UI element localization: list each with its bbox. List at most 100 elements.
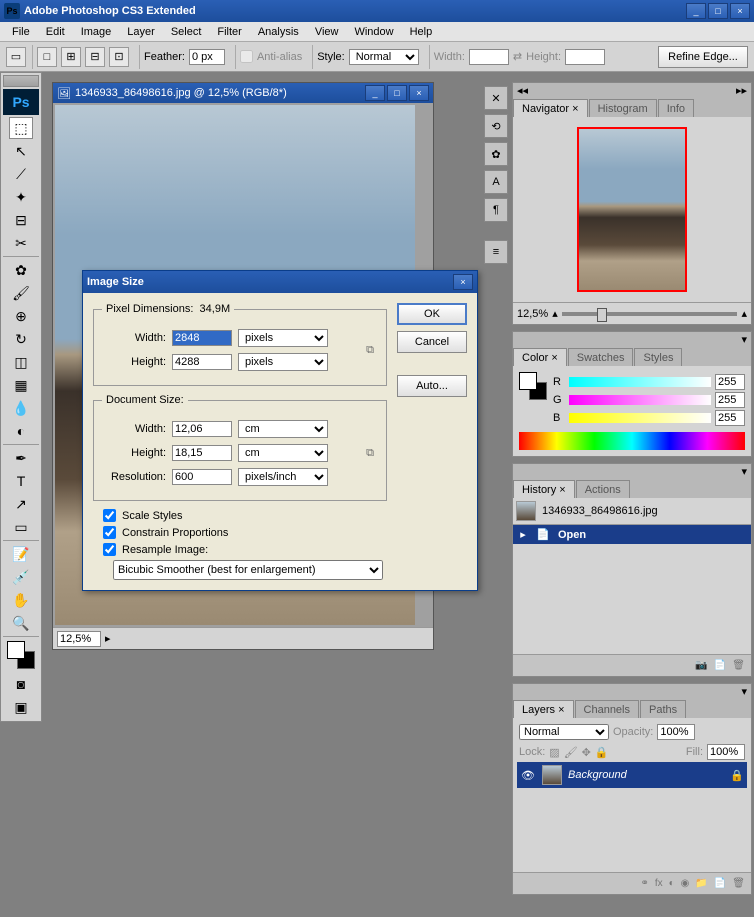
tab-info[interactable]: Info [658,99,694,117]
history-step-open[interactable]: ▸ 📄 Open [513,525,751,544]
history-snapshot[interactable]: 1346933_86498616.jpg [513,498,751,524]
fg-color[interactable] [7,641,25,659]
notes-tool[interactable]: 📝 [9,543,33,565]
resample-method-select[interactable]: Bicubic Smoother (best for enlargement) [113,560,383,580]
crop-tool[interactable]: ⊟ [9,209,33,231]
panel-menu-icon[interactable]: ▾ [741,465,747,478]
tab-color[interactable]: Color × [513,348,567,366]
minimize-button[interactable]: _ [686,3,706,19]
stamp-tool[interactable]: ⊕ [9,305,33,327]
marquee-tool[interactable]: ⬚ [9,117,33,139]
delete-icon[interactable]: 🗑 [732,660,745,671]
color-ramp[interactable] [519,432,745,450]
blend-mode-select[interactable]: Normal [519,724,609,740]
brush-tool[interactable]: 🖌 [9,282,33,304]
pen-tool[interactable]: ✒ [9,447,33,469]
dialog-close[interactable]: × [453,274,473,290]
strip-btn-2[interactable]: ⟲ [484,114,508,138]
tab-layers[interactable]: Layers × [513,700,574,718]
color-swatches[interactable] [7,641,35,669]
strip-btn-4[interactable]: A [484,170,508,194]
quickmask-button[interactable]: ◙ [9,673,33,695]
scale-styles-checkbox[interactable] [103,509,116,522]
lasso-tool[interactable]: ⟋ [9,163,33,185]
menu-layer[interactable]: Layer [119,24,163,40]
tab-styles[interactable]: Styles [634,348,682,366]
shape-tool[interactable]: ▭ [9,516,33,538]
hand-tool[interactable]: ✋ [9,589,33,611]
group-icon[interactable]: 📁 [695,878,707,889]
resample-checkbox[interactable] [103,543,116,556]
menu-analysis[interactable]: Analysis [250,24,307,40]
constrain-checkbox[interactable] [103,526,116,539]
eraser-tool[interactable]: ◫ [9,351,33,373]
feather-input[interactable] [189,49,225,65]
zoom-input[interactable] [57,631,101,647]
dodge-tool[interactable]: ◐ [9,420,33,442]
new-snapshot-icon[interactable]: 📷 [695,660,707,671]
px-width-unit[interactable]: pixels [238,329,328,347]
menu-file[interactable]: File [4,24,38,40]
slice-tool[interactable]: ✂ [9,232,33,254]
tab-swatches[interactable]: Swatches [568,348,634,366]
r-input[interactable] [715,374,745,390]
visibility-icon[interactable]: 👁 [520,769,536,782]
cancel-button[interactable]: Cancel [397,331,467,353]
r-slider[interactable] [569,377,711,387]
g-slider[interactable] [569,395,711,405]
px-height-unit[interactable]: pixels [238,353,328,371]
strip-btn-3[interactable]: ✿ [484,142,508,166]
resolution-input[interactable] [172,469,232,485]
path-tool[interactable]: ↗ [9,493,33,515]
ok-button[interactable]: OK [397,303,467,325]
maximize-button[interactable]: □ [708,3,728,19]
delete-layer-icon[interactable]: 🗑 [732,878,745,889]
selection-add-icon[interactable]: ⊞ [61,47,81,67]
doc-width-unit[interactable]: cm [238,420,328,438]
zoom-slider[interactable] [562,312,738,316]
doc-minimize[interactable]: _ [365,85,385,101]
px-width-input[interactable] [172,330,232,346]
marquee-tool-icon[interactable]: ▭ [6,47,26,67]
screenmode-button[interactable]: ▣ [9,696,33,718]
tab-navigator[interactable]: Navigator × [513,99,588,117]
navigator-thumbnail[interactable] [577,127,687,292]
collapse-icon[interactable]: ◂◂ [517,84,528,97]
doc-height-input[interactable] [172,445,232,461]
menu-edit[interactable]: Edit [38,24,73,40]
tab-histogram[interactable]: Histogram [589,99,657,117]
link-layers-icon[interactable]: ⚭ [640,878,648,889]
menu-help[interactable]: Help [402,24,441,40]
tab-paths[interactable]: Paths [640,700,686,718]
strip-btn-1[interactable]: ✕ [484,86,508,110]
menu-image[interactable]: Image [73,24,120,40]
close-button[interactable]: × [730,3,750,19]
eyedropper-tool[interactable]: 💉 [9,566,33,588]
selection-new-icon[interactable]: □ [37,47,57,67]
px-height-input[interactable] [172,354,232,370]
resolution-unit[interactable]: pixels/inch [238,468,328,486]
menu-select[interactable]: Select [163,24,210,40]
panel-menu-icon[interactable]: ▾ [741,685,747,698]
adjustment-icon[interactable]: ◉ [681,878,690,889]
panel-close-icon[interactable]: ▸▸ [736,84,747,97]
doc-close[interactable]: × [409,85,429,101]
menu-filter[interactable]: Filter [209,24,249,40]
menu-view[interactable]: View [307,24,347,40]
wand-tool[interactable]: ✦ [9,186,33,208]
heal-tool[interactable]: ✿ [9,259,33,281]
move-tool[interactable]: ↖ [9,140,33,162]
layer-fx-icon[interactable]: fx [655,878,663,889]
strip-btn-5[interactable]: ¶ [484,198,508,222]
selection-subtract-icon[interactable]: ⊟ [85,47,105,67]
b-slider[interactable] [569,413,711,423]
style-select[interactable]: Normal [349,49,419,65]
auto-button[interactable]: Auto... [397,375,467,397]
doc-height-unit[interactable]: cm [238,444,328,462]
zoom-in-icon[interactable]: ▴ [741,307,747,320]
zoom-tool[interactable]: 🔍 [9,612,33,634]
panel-menu-icon[interactable]: ▾ [741,333,747,346]
layer-background[interactable]: 👁 Background 🔒 [517,762,747,788]
tab-actions[interactable]: Actions [576,480,630,498]
strip-btn-6[interactable]: ≡ [484,240,508,264]
